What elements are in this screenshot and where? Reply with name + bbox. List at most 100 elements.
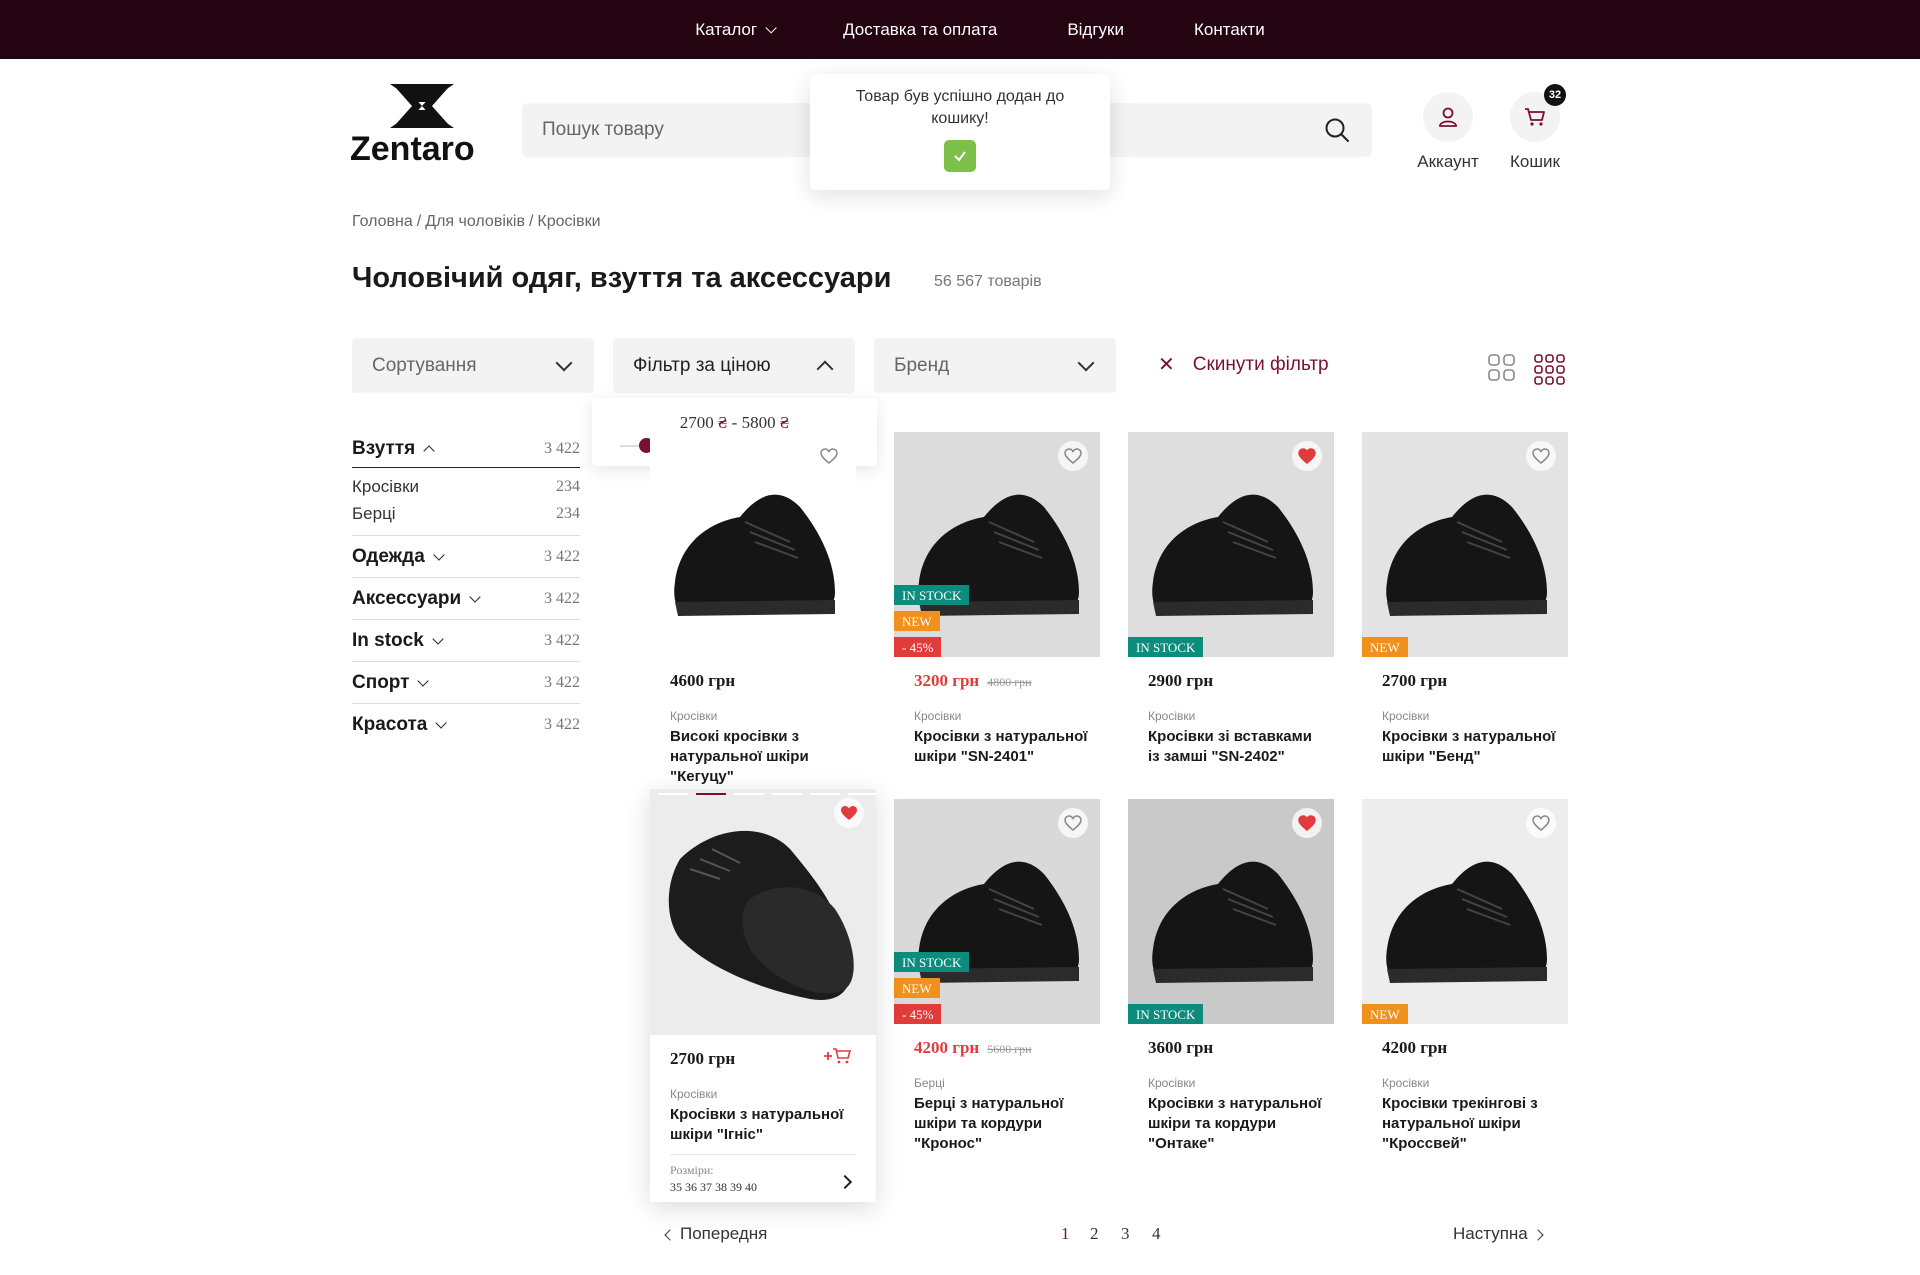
product-image[interactable]: IN STOCK NEW - 45% <box>894 432 1100 657</box>
next-page-button[interactable]: Наступна <box>1453 1224 1544 1244</box>
favorite-button[interactable] <box>834 798 864 828</box>
category-in-stock[interactable]: In stock 3 422 <box>352 620 580 662</box>
product-card[interactable]: 4600 грн Кросівки Високі кросівки з нату… <box>650 432 856 787</box>
sort-label: Сортування <box>372 354 477 376</box>
carousel-dot[interactable] <box>810 793 840 795</box>
product-card-hovered[interactable]: 2700 грн Кросівки Кросівки з натуральної… <box>650 789 876 1202</box>
category-sport[interactable]: Спорт 3 422 <box>352 662 580 704</box>
favorite-button[interactable] <box>1058 441 1088 471</box>
product-name[interactable]: Кросівки з натуральної шкіри "Ігніс" <box>650 1105 876 1145</box>
toast-message: Товар був успішно додан до кошику! <box>855 88 1065 127</box>
subcategory-boots[interactable]: Берці 234 <box>352 500 580 527</box>
price-current: 4600 грн <box>670 671 736 690</box>
breadcrumb-home[interactable]: Головна <box>352 213 413 230</box>
category-shoes[interactable]: Взуття 3 422 <box>352 430 580 468</box>
nav-catalog-label: Каталог <box>695 19 758 39</box>
product-image[interactable]: IN STOCK NEW - 45% <box>894 799 1100 1024</box>
add-to-cart-icon[interactable] <box>822 1046 854 1066</box>
prev-page-button[interactable]: Попередня <box>664 1224 768 1244</box>
subcategory-sneakers[interactable]: Кросівки 234 <box>352 473 580 500</box>
favorite-button[interactable] <box>814 441 844 471</box>
carousel-dot[interactable] <box>658 793 688 795</box>
prev-page-label: Попередня <box>680 1224 768 1243</box>
category-clothing[interactable]: Одежда 3 422 <box>352 536 580 578</box>
carousel-dot[interactable] <box>848 793 876 795</box>
product-category: Кросівки <box>914 709 962 723</box>
product-card[interactable]: IN STOCK 2900 грн Кросівки Кросівки зі в… <box>1128 432 1334 767</box>
cart-button[interactable]: 32 Кошик <box>1495 84 1575 172</box>
carousel-dot[interactable] <box>734 793 764 795</box>
page-number[interactable]: 4 <box>1152 1224 1161 1244</box>
product-image[interactable] <box>650 432 856 657</box>
zentaro-logo-icon: Zentaro <box>350 84 475 168</box>
account-button[interactable]: Аккаунт <box>1408 92 1488 172</box>
product-name[interactable]: Кросівки з натуральної шкіри "Бенд" <box>1362 727 1568 767</box>
breadcrumb-sneakers[interactable]: Кросівки <box>537 213 600 230</box>
account-circle <box>1423 92 1473 142</box>
page-number-current[interactable]: 1 <box>1061 1224 1070 1244</box>
product-card[interactable]: NEW 2700 грн Кросівки Кросівки з натурал… <box>1362 432 1568 767</box>
product-name[interactable]: Високі кросівки з натуральної шкіри "Кег… <box>650 727 856 787</box>
nav-delivery[interactable]: Доставка та оплата <box>843 20 997 40</box>
heart-icon <box>1064 448 1082 464</box>
chevron-up-icon <box>423 444 435 457</box>
price-filter-select[interactable]: Фільтр за ціною <box>613 338 855 393</box>
logo[interactable]: Zentaro <box>350 80 495 168</box>
nav-contacts[interactable]: Контакти <box>1194 20 1265 40</box>
category-name: Одежда <box>352 545 425 567</box>
brand-select[interactable]: Бренд <box>874 338 1116 393</box>
subcategory-name: Берці <box>352 503 396 523</box>
search-icon[interactable] <box>1324 117 1350 143</box>
favorite-button[interactable] <box>1526 808 1556 838</box>
heart-icon <box>1532 448 1550 464</box>
product-card[interactable]: IN STOCK NEW - 45% 4200 грн 5600 грн Берці … <box>894 799 1100 1154</box>
page-number[interactable]: 2 <box>1090 1224 1099 1244</box>
grid-2-view-icon[interactable] <box>1488 354 1516 382</box>
product-name[interactable]: Кросівки з натуральної шкіри "SN-2401" <box>894 727 1100 767</box>
product-name[interactable]: Кросівки з натуральної шкіри та кордури … <box>1128 1094 1334 1154</box>
price-max-value: 5800 <box>741 413 776 432</box>
chevron-right-icon <box>1532 1229 1544 1241</box>
product-card[interactable]: IN STOCK NEW - 45% 3200 грн 4800 грн Кросів… <box>894 432 1100 767</box>
carousel-dot-active[interactable] <box>696 793 726 795</box>
price-min-value: 2700 <box>679 413 714 432</box>
price-current: 3600 грн <box>1148 1038 1214 1057</box>
next-page-label: Наступна <box>1453 1224 1528 1243</box>
product-price: 4200 грн 5600 грн <box>894 1038 1100 1058</box>
favorite-button[interactable] <box>1292 808 1322 838</box>
price-current: 4200 грн <box>914 1038 980 1057</box>
nav-reviews[interactable]: Відгуки <box>1067 20 1124 40</box>
favorite-button[interactable] <box>1292 441 1322 471</box>
category-name: Спорт <box>352 671 410 693</box>
chevron-down-icon <box>432 632 444 645</box>
product-name[interactable]: Кросівки трекінгові з натуральної шкіри … <box>1362 1094 1568 1154</box>
breadcrumb-men[interactable]: Для чоловіків <box>425 213 525 230</box>
badge-stack: IN STOCK <box>1128 637 1204 657</box>
subcategory-count: 234 <box>556 477 580 495</box>
product-image[interactable] <box>650 789 876 1035</box>
page-number[interactable]: 3 <box>1121 1224 1130 1244</box>
new-badge: NEW <box>1362 1004 1408 1024</box>
product-image[interactable]: NEW <box>1362 432 1568 657</box>
discount-badge: - 45% <box>894 1004 942 1024</box>
favorite-button[interactable] <box>1058 808 1088 838</box>
product-image[interactable]: IN STOCK <box>1128 799 1334 1024</box>
nav-catalog[interactable]: Каталог <box>695 19 777 40</box>
favorite-button[interactable] <box>1526 441 1556 471</box>
cart-count-badge: 32 <box>1544 84 1566 106</box>
product-image[interactable]: IN STOCK <box>1128 432 1334 657</box>
in-stock-badge: IN STOCK <box>1128 637 1204 657</box>
carousel-dot[interactable] <box>772 793 802 795</box>
category-beauty[interactable]: Красота 3 422 <box>352 704 580 746</box>
grid-3-view-icon[interactable] <box>1534 354 1566 386</box>
product-card[interactable]: IN STOCK 3600 грн Кросівки Кросівки з на… <box>1128 799 1334 1154</box>
top-nav: Каталог Доставка та оплата Відгуки Конта… <box>0 0 1920 59</box>
category-accessories[interactable]: Аксессуари 3 422 <box>352 578 580 620</box>
product-image[interactable]: NEW <box>1362 799 1568 1024</box>
product-name[interactable]: Берці з натуральної шкіри та кордури "Кр… <box>894 1094 1100 1154</box>
product-name[interactable]: Кросівки зі вставками із замші "SN-2402" <box>1128 727 1334 767</box>
sort-select[interactable]: Сортування <box>352 338 594 393</box>
product-card[interactable]: NEW 4200 грн Кросівки Кросівки трекінгов… <box>1362 799 1568 1154</box>
product-category: Кросівки <box>1148 709 1196 723</box>
reset-filter-button[interactable]: ✕ Скинути фільтр <box>1158 352 1329 377</box>
